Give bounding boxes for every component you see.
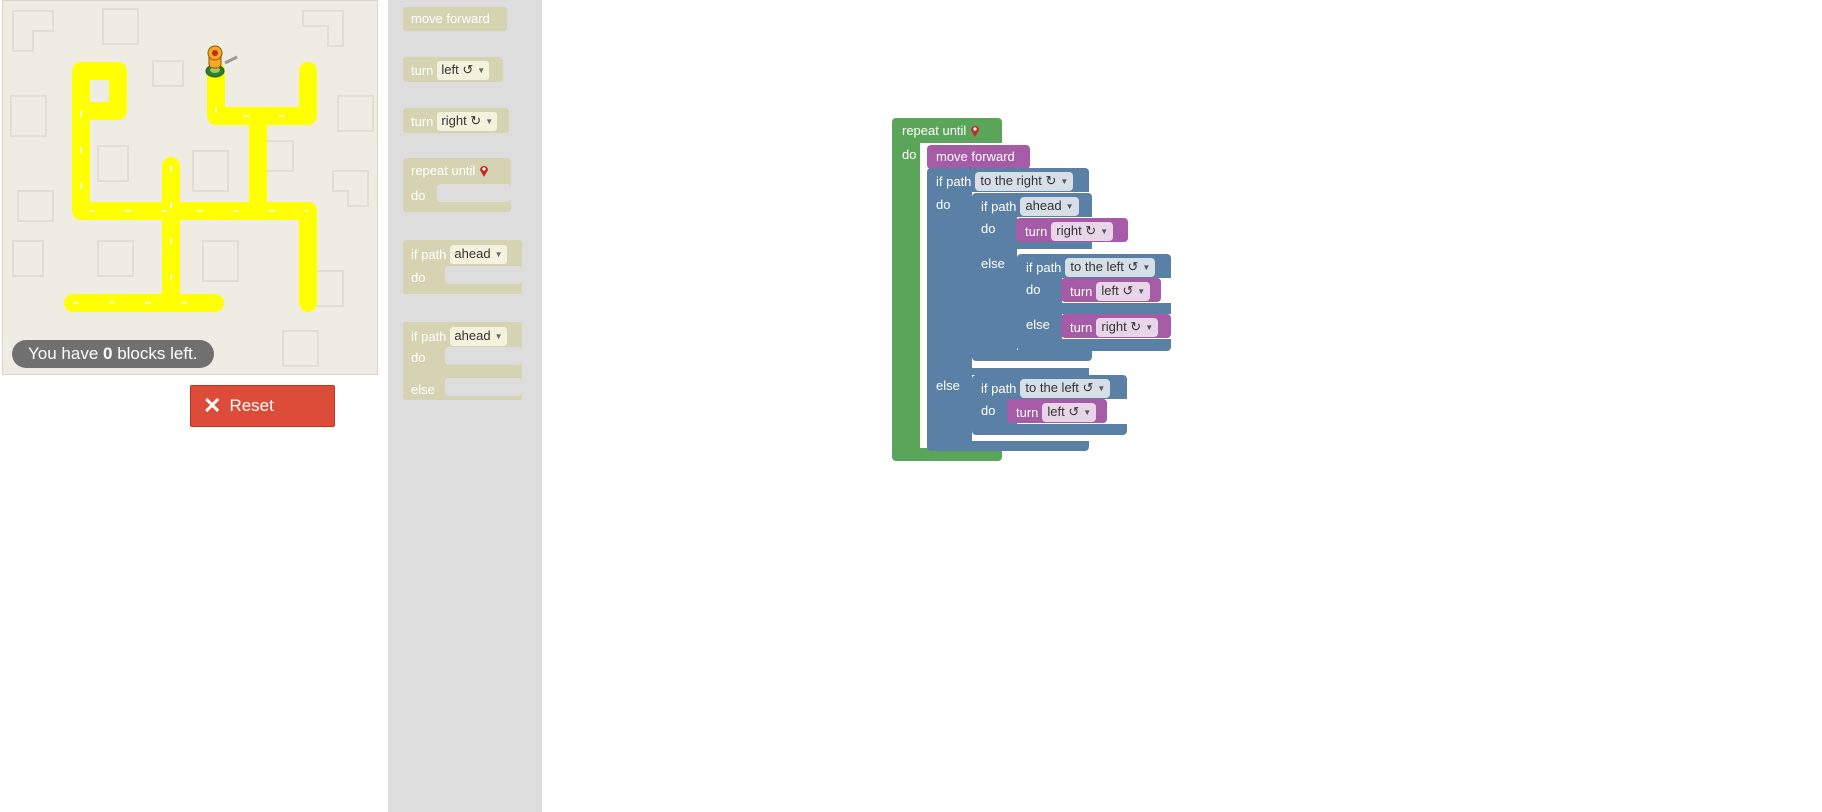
path-dropdown[interactable]: to the left ↺ ▼ [1020,379,1111,398]
dropdown-value: right ↻ [441,113,482,128]
map-pin-icon [479,164,489,178]
block-label: move forward [411,11,490,26]
turn-left-block[interactable]: turn left ↺ ▼ [1007,399,1107,423]
else-label: else [936,378,960,393]
block-label: if path [981,380,1017,396]
dropdown-value: to the right ↻ [980,173,1057,188]
chevron-down-icon: ▼ [1065,201,1074,211]
block-label: if path [1026,259,1062,275]
dropdown-value: right ↻ [1056,223,1097,238]
chevron-down-icon: ▼ [477,65,486,75]
block-label: turn [1070,283,1093,299]
block-label: if path [411,246,447,262]
path-dropdown[interactable]: to the left ↺ ▼ [1065,258,1156,277]
turn-left-block[interactable]: turn left ↺ ▼ [1061,278,1161,302]
block-label: turn [1070,319,1093,335]
workspace: repeat until do move forward if path to … [542,0,1822,812]
direction-dropdown[interactable]: left ↺ ▼ [1096,282,1151,301]
toolbox-repeat-until-block[interactable]: repeat until do [403,158,511,212]
path-dropdown[interactable]: ahead ▼ [450,245,507,264]
toolbox: move forward turn left ↺ ▼ turn right ↻ ▼ … [388,0,542,812]
do-label: do [1026,282,1041,297]
reset-label: Reset [229,396,274,415]
direction-dropdown[interactable]: right ↻ ▼ [1051,222,1114,241]
maze-background-pattern [10,8,374,367]
toolbox-turn-right-block[interactable]: turn right ↻ ▼ [403,108,509,133]
block-label: if path [936,173,972,189]
block-label: turn [1025,223,1048,239]
block-label: turn [1016,404,1039,420]
chevron-down-icon: ▼ [1060,176,1069,186]
block-label: move forward [936,149,1015,164]
toolbox-move-forward-block[interactable]: move forward [403,7,507,31]
do-label: do [981,403,996,418]
else-label: else [1026,317,1050,332]
direction-dropdown[interactable]: left ↺ ▼ [1042,403,1097,422]
do-label: do [411,270,426,285]
dropdown-value: ahead [454,328,491,343]
chevron-down-icon: ▼ [1145,322,1154,332]
do-label: do [411,188,426,203]
move-forward-block[interactable]: move forward [927,145,1030,169]
chevron-down-icon: ▼ [1137,286,1146,296]
statement-slot [445,347,522,365]
chevron-down-icon: ▼ [485,116,494,126]
blocks-left-status: You have 0 blocks left. [12,340,214,368]
map-pin-icon [970,124,980,138]
toolbox-if-else-block[interactable]: if path ahead ▼ do else [403,322,522,400]
maze-display: You have 0 blocks left. [2,0,378,375]
do-label: do [902,147,917,162]
dropdown-value: left ↺ [1047,404,1080,419]
chevron-down-icon: ▼ [494,331,503,341]
maze-path [64,62,317,312]
direction-dropdown[interactable]: right ↻ ▼ [437,112,498,131]
block-label: repeat until [902,123,967,138]
direction-dropdown[interactable]: right ↻ ▼ [1096,318,1159,337]
status-prefix: You have [28,344,103,363]
chevron-down-icon: ▼ [1142,262,1151,272]
dropdown-value: ahead [1025,198,1062,213]
block-label: turn [411,62,434,78]
dropdown-value: left ↺ [441,62,474,77]
maze-svg [10,8,374,367]
dropdown-value: right ↻ [1101,319,1142,334]
close-icon: ✕ [203,393,222,418]
block-label: if path [411,328,447,344]
dropdown-value: ahead [454,246,491,261]
pegman-icon [205,45,238,78]
dropdown-value: to the left ↺ [1070,259,1139,274]
turn-right-block[interactable]: turn right ↻ ▼ [1061,314,1171,338]
else-label: else [411,382,435,397]
path-dropdown[interactable]: ahead ▼ [1020,197,1079,216]
block-label: if path [981,198,1017,214]
dropdown-value: to the left ↺ [1025,380,1094,395]
path-dropdown[interactable]: to the right ↻ ▼ [975,172,1074,191]
chevron-down-icon: ▼ [494,249,503,259]
do-label: do [981,221,996,236]
status-suffix: blocks left. [112,344,198,363]
chevron-down-icon: ▼ [1100,226,1109,236]
do-label: do [411,350,426,365]
statement-slot [445,266,522,284]
block-label: turn [411,113,434,129]
statement-slot [437,184,511,202]
reset-button[interactable]: ✕ Reset [190,385,335,427]
chevron-down-icon: ▼ [1097,383,1106,393]
statement-slot [445,378,522,396]
path-dropdown[interactable]: ahead ▼ [450,327,507,346]
toolbox-turn-left-block[interactable]: turn left ↺ ▼ [403,57,503,82]
block-label: repeat until [411,163,476,178]
chevron-down-icon: ▼ [1083,407,1092,417]
turn-right-block[interactable]: turn right ↻ ▼ [1016,218,1128,242]
else-label: else [981,256,1005,271]
direction-dropdown[interactable]: left ↺ ▼ [437,61,490,80]
do-label: do [936,197,951,212]
toolbox-if-path-block[interactable]: if path ahead ▼ do [403,240,522,294]
dropdown-value: left ↺ [1101,283,1134,298]
